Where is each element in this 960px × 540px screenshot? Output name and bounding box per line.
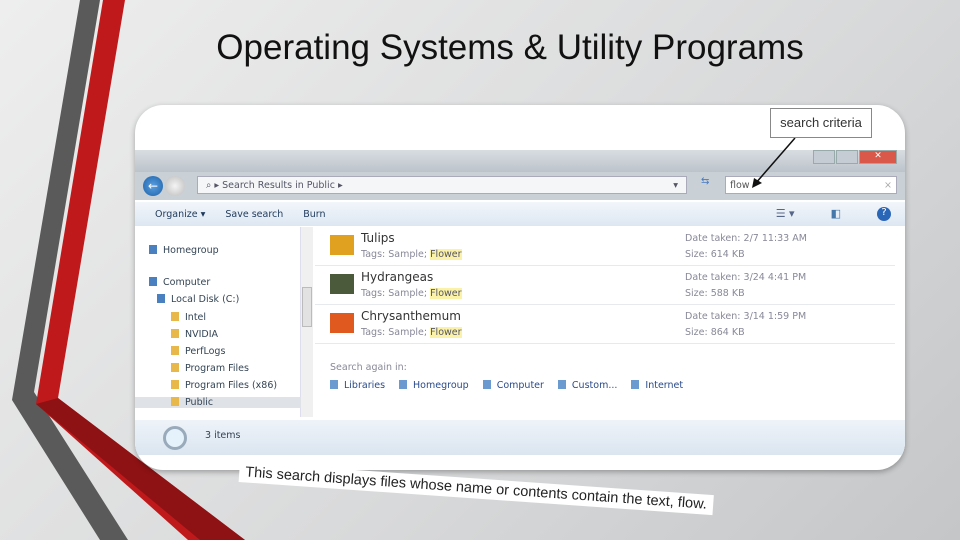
callout-arrow [752,137,796,188]
search-criteria-callout: search criteria [770,108,872,138]
